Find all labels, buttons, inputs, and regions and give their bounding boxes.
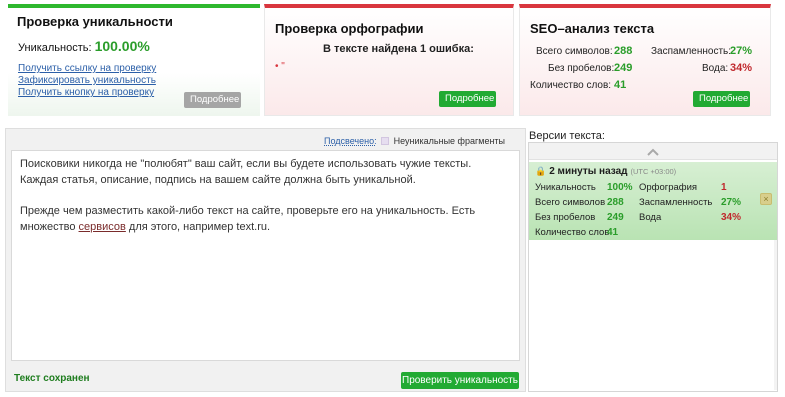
version-spam-value: 27% — [721, 197, 742, 208]
seo-title: SEO–анализ текста — [530, 21, 655, 36]
version-words-label: Количество слов — [535, 227, 610, 238]
version-card[interactable]: 🔒 2 минуты назад (UTC +03:00) Уникальность… — [529, 162, 777, 240]
editor-paragraph: Поисковики никогда не "полюбят" ваш сайт… — [20, 158, 472, 186]
seo-water-label: Вода: — [702, 63, 729, 74]
close-icon[interactable]: × — [760, 193, 772, 205]
save-status: Текст сохранен — [14, 373, 90, 384]
seo-more-button[interactable]: Подробнее — [693, 91, 750, 107]
uniqueness-label: Уникальность: — [18, 42, 92, 54]
get-check-link[interactable]: Получить ссылку на проверку — [18, 63, 156, 75]
lock-icon: 🔒 — [535, 166, 547, 176]
highlight-legend: Подсвечено: Неуникальные фрагменты — [324, 136, 505, 146]
spelling-panel: Проверка орфографии В тексте найдена 1 о… — [264, 4, 514, 116]
spelling-title: Проверка орфографии — [275, 21, 424, 36]
seo-nospace-label: Без пробелов: — [548, 63, 615, 74]
editor-container: Подсвечено: Неуникальные фрагменты Поиск… — [5, 128, 526, 392]
text-editor[interactable]: Поисковики никогда не "полюбят" ваш сайт… — [11, 150, 520, 361]
version-words-value: 41 — [607, 227, 619, 238]
seo-spam-value: 27% — [730, 45, 753, 57]
editor-text: для этого, например text.ru. — [125, 220, 271, 233]
seo-nospace-value: 249 — [614, 62, 633, 74]
seo-water-value: 34% — [730, 62, 753, 74]
version-water-value: 34% — [721, 212, 742, 223]
services-link[interactable]: сервисов — [79, 221, 126, 233]
get-check-button-link[interactable]: Получить кнопку на проверку — [18, 87, 156, 99]
version-water-label: Вода — [639, 212, 662, 223]
versions-scrollbar[interactable] — [774, 240, 777, 390]
seo-spam-label: Заспамленность: — [651, 46, 732, 57]
uniqueness-title: Проверка уникальности — [17, 14, 173, 29]
version-total-label: Всего символов — [535, 197, 606, 208]
chevron-up-icon[interactable] — [529, 143, 777, 160]
version-spam-label: Заспамленность — [639, 197, 713, 208]
uniqueness-line: Уникальность: 100.00% — [18, 38, 150, 54]
highlight-toggle[interactable]: Подсвечено: — [324, 136, 377, 146]
check-uniqueness-button[interactable]: Проверить уникальность — [401, 372, 519, 389]
spelling-error-item[interactable]: • " — [275, 61, 285, 72]
editor-paragraph: Прежде чем разместить какой-либо текст н… — [20, 204, 511, 235]
version-nospace-label: Без пробелов — [535, 212, 596, 223]
seo-words-label: Количество слов: — [530, 80, 612, 91]
uniqueness-more-button[interactable]: Подробнее — [184, 92, 241, 108]
uniqueness-value: 100.00% — [94, 38, 150, 54]
legend-swatch-icon — [381, 137, 390, 145]
seo-words-value: 41 — [614, 79, 627, 91]
version-spell-value: 1 — [721, 182, 727, 193]
seo-total-value: 288 — [614, 45, 633, 57]
seo-total-label: Всего символов: — [536, 46, 613, 57]
version-uniq-value: 100% — [607, 182, 633, 193]
versions-title: Версии текста: — [529, 130, 605, 142]
legend-label: Неуникальные фрагменты — [393, 136, 506, 146]
seo-panel: SEO–анализ текста Всего символов: 288 Бе… — [519, 4, 771, 116]
version-header: 🔒 2 минуты назад (UTC +03:00) — [535, 166, 676, 177]
versions-list: 🔒 2 минуты назад (UTC +03:00) Уникальность… — [528, 142, 778, 392]
version-utc: (UTC +03:00) — [630, 167, 677, 176]
uniqueness-links: Получить ссылку на проверку Зафиксироват… — [18, 63, 156, 99]
version-total-value: 288 — [607, 197, 624, 208]
fix-uniqueness-link[interactable]: Зафиксировать уникальность — [18, 75, 156, 87]
version-uniq-label: Уникальность — [535, 182, 596, 193]
version-nospace-value: 249 — [607, 212, 624, 223]
version-spell-label: Орфография — [639, 182, 698, 193]
version-time: 2 минуты назад — [549, 166, 628, 177]
spelling-more-button[interactable]: Подробнее — [439, 91, 496, 107]
spelling-error-count: В тексте найдена 1 ошибка: — [323, 43, 474, 55]
uniqueness-panel: Проверка уникальности Уникальность: 100.0… — [8, 4, 260, 116]
